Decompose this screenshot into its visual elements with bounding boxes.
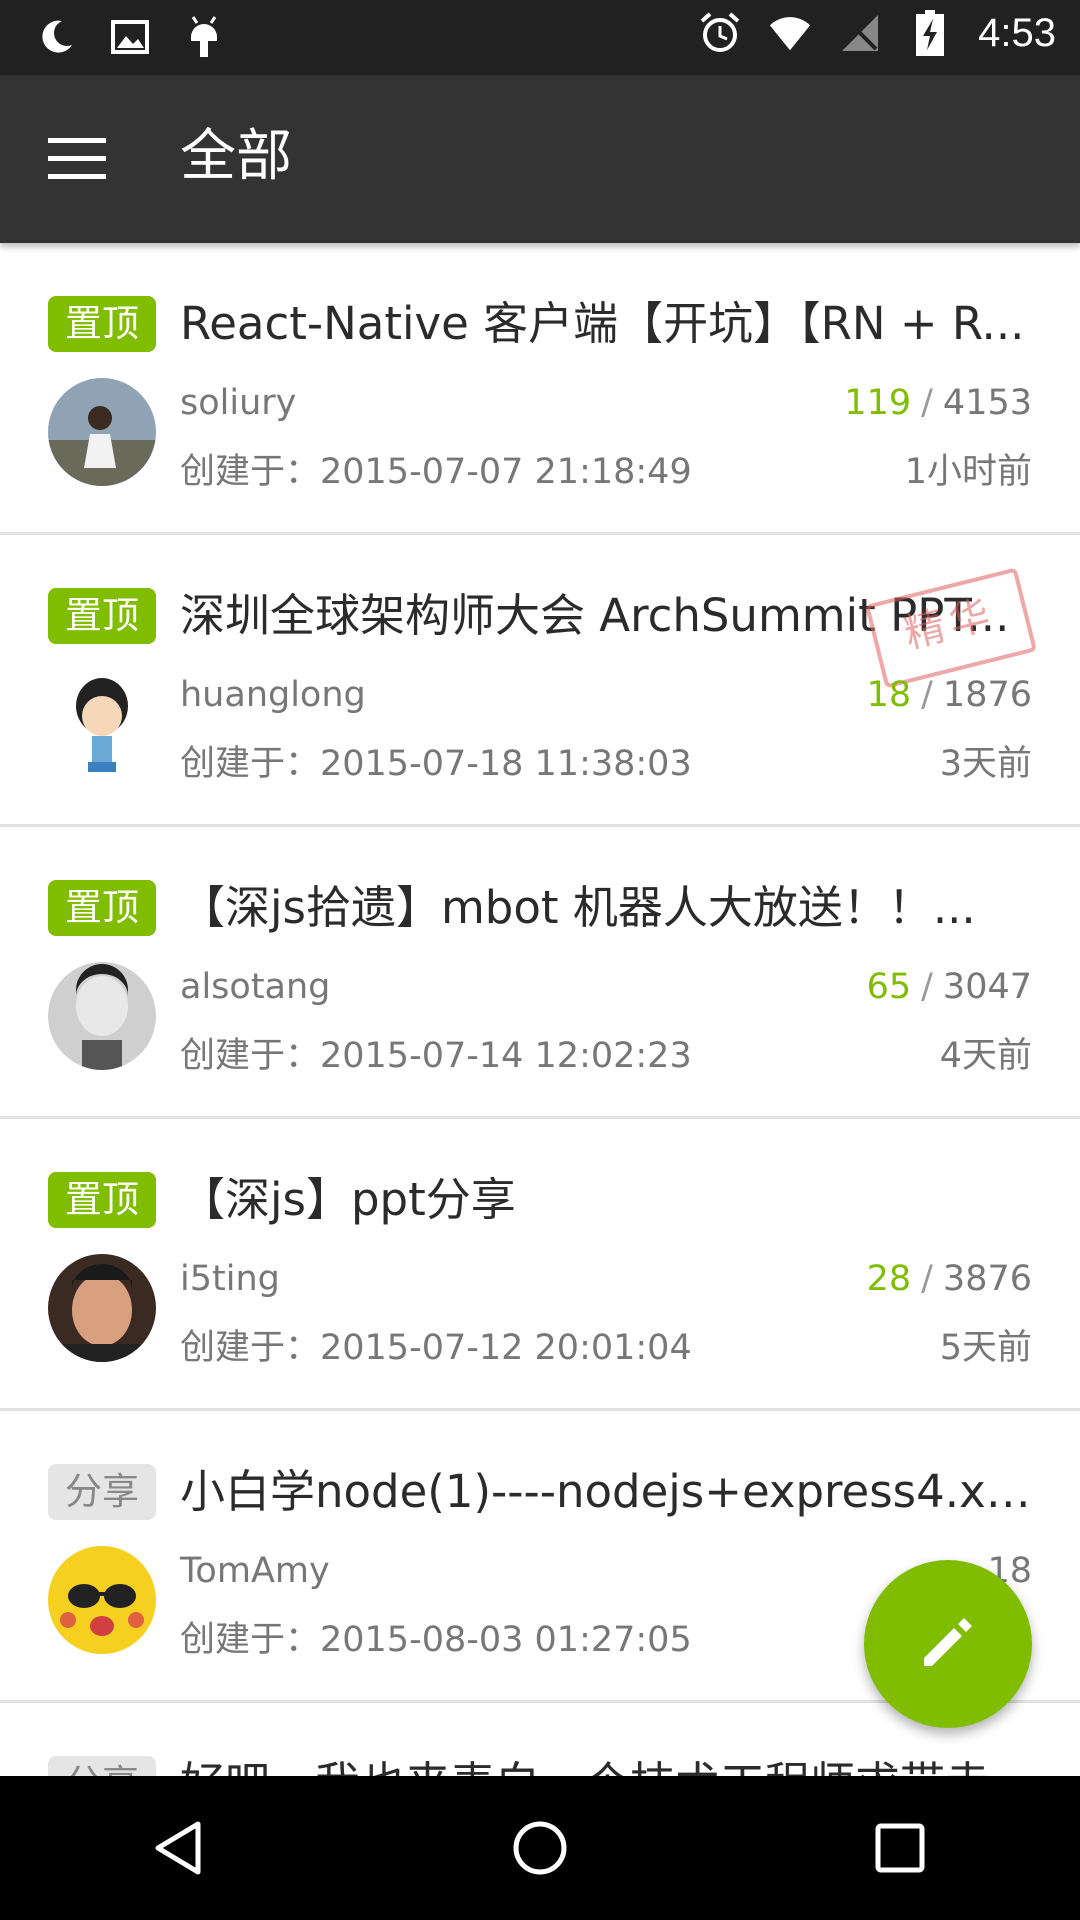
last-reply-time: 4天前 — [939, 1036, 1032, 1076]
count-separator: / — [921, 383, 933, 423]
home-circle-icon[interactable] — [490, 1798, 590, 1898]
visit-count: 4153 — [942, 383, 1032, 423]
topic-tag: 分享 — [48, 1756, 156, 1776]
topic-created: 创建于：2015-07-18 11:38:03 — [180, 744, 692, 784]
count-separator: / — [921, 967, 933, 1007]
topic-author: soliury — [180, 383, 297, 423]
last-reply-time: 1小时前 — [904, 452, 1032, 492]
topic-author: huanglong — [180, 675, 366, 715]
reply-count: 65 — [866, 967, 912, 1007]
topic-tag: 置顶 — [48, 588, 156, 644]
topic-author: alsotang — [180, 967, 331, 1007]
avatar[interactable] — [48, 670, 156, 778]
visit-count: 3876 — [942, 1259, 1032, 1299]
pencil-icon — [918, 1612, 978, 1676]
app-bar: 全部 — [0, 75, 1080, 243]
visit-count: 1876 — [942, 675, 1032, 715]
recents-square-icon[interactable] — [850, 1798, 950, 1898]
back-triangle-icon[interactable] — [130, 1798, 230, 1898]
no-sim-icon — [838, 8, 882, 58]
topic-item[interactable]: 置顶 【深js拾遗】mbot 机器人大放送！！... alsotang 65/3… — [0, 827, 1080, 1119]
avatar[interactable] — [48, 1546, 156, 1654]
topic-author: i5ting — [180, 1259, 280, 1299]
reply-count: 119 — [844, 383, 912, 423]
topic-created: 创建于：2015-07-14 12:02:23 — [180, 1036, 692, 1076]
topic-counts: 65/3047 — [867, 967, 1032, 1007]
navigation-bar — [0, 1776, 1080, 1920]
new-topic-button[interactable] — [864, 1560, 1032, 1728]
hamburger-menu-icon[interactable] — [42, 127, 112, 191]
count-separator: / — [921, 675, 933, 715]
wifi-icon — [768, 8, 812, 58]
topic-counts: 28/3876 — [867, 1259, 1032, 1299]
topic-title[interactable]: 【深js】ppt分享 — [180, 1164, 1035, 1236]
topic-tag: 分享 — [48, 1464, 156, 1520]
topic-tag: 置顶 — [48, 296, 156, 352]
clock: 4:53 — [978, 10, 1056, 55]
topic-item[interactable]: 置顶 【深js】ppt分享 i5ting 28/3876 创建于：2015-07… — [0, 1119, 1080, 1411]
topic-created: 创建于：2015-08-03 01:27:05 — [180, 1620, 692, 1660]
topic-title[interactable]: React-Native 客户端【开坑】【RN + R... — [180, 288, 1035, 360]
reply-count: 28 — [866, 1259, 912, 1299]
topic-item[interactable]: 置顶 深圳全球架构师大会 ArchSummit PPT... 精华 huangl… — [0, 535, 1080, 827]
android-icon — [182, 12, 226, 62]
avatar[interactable] — [48, 378, 156, 486]
count-separator: / — [921, 1259, 933, 1299]
page-title: 全部 — [180, 124, 292, 189]
visit-count: 3047 — [942, 967, 1032, 1007]
reply-count: 18 — [866, 675, 912, 715]
avatar[interactable] — [48, 962, 156, 1070]
battery-charging-icon — [908, 8, 952, 58]
status-bar: 4:53 — [0, 0, 1080, 75]
alarm-icon — [698, 8, 742, 58]
image-icon — [108, 12, 152, 62]
topic-tag: 置顶 — [48, 1172, 156, 1228]
topic-item[interactable]: 置顶 React-Native 客户端【开坑】【RN + R... soliur… — [0, 243, 1080, 535]
avatar[interactable] — [48, 1254, 156, 1362]
topic-created: 创建于：2015-07-07 21:18:49 — [180, 452, 692, 492]
topic-counts: 119/4153 — [844, 383, 1032, 423]
topic-counts: 18/1876 — [867, 675, 1032, 715]
moon-icon — [34, 12, 78, 62]
topic-title[interactable]: 【深js拾遗】mbot 机器人大放送！！... — [180, 872, 1035, 944]
last-reply-time: 5天前 — [939, 1328, 1032, 1368]
last-reply-time: 3天前 — [939, 744, 1032, 784]
topic-title[interactable]: 好吧，我也来表白一个技术工程师求带走 — [180, 1748, 1035, 1776]
topic-created: 创建于：2015-07-12 20:01:04 — [180, 1328, 692, 1368]
topic-list[interactable]: 置顶 React-Native 客户端【开坑】【RN + R... soliur… — [0, 243, 1080, 1776]
topic-tag: 置顶 — [48, 880, 156, 936]
topic-author: TomAmy — [180, 1551, 330, 1591]
topic-title[interactable]: 小白学node(1)----nodejs+express4.x+r... — [180, 1456, 1035, 1528]
